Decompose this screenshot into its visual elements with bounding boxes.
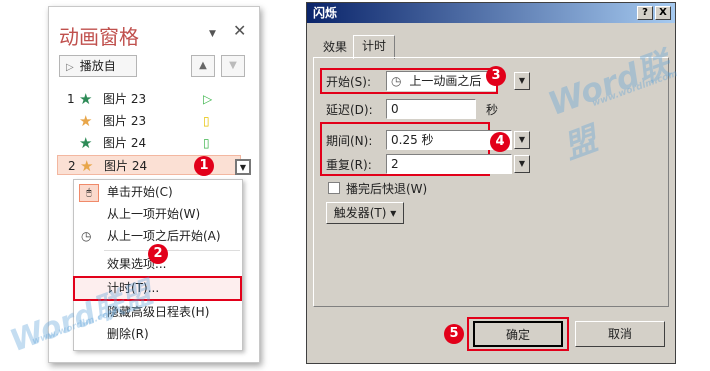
- close-icon[interactable]: X: [655, 6, 671, 20]
- tab-timing[interactable]: 计时: [353, 35, 396, 59]
- ok-button[interactable]: 确定: [473, 321, 563, 347]
- menu-item-label: 单击开始(C): [107, 185, 173, 199]
- callout-5: 5: [444, 324, 464, 344]
- move-up-button[interactable]: ▲: [191, 55, 215, 77]
- repeat-label: 重复(R):: [326, 158, 372, 172]
- callout-1: 1: [194, 156, 214, 176]
- row-name: 图片 23: [103, 114, 147, 128]
- help-icon[interactable]: ?: [637, 6, 653, 20]
- delay-unit: 秒: [486, 103, 499, 117]
- menu-divider: [104, 250, 240, 251]
- trigger-button[interactable]: 触发器(T) ▾: [326, 202, 404, 224]
- animation-row[interactable]: ★ 图片 23 ▯: [57, 111, 249, 131]
- start-dropdown-icon[interactable]: ▼: [514, 72, 530, 90]
- clock-icon: ◷: [81, 229, 92, 243]
- entrance-star-icon: ★: [79, 90, 93, 108]
- entrance-star-icon: ★: [79, 134, 93, 152]
- timeline-bar: ▯: [203, 136, 210, 150]
- rewind-label: 播完后快退(W): [346, 182, 428, 196]
- repeat-input[interactable]: 2: [386, 154, 512, 174]
- menu-item-with-previous[interactable]: 从上一项开始(W): [74, 204, 242, 225]
- callout-3: 3: [486, 66, 506, 86]
- move-down-button[interactable]: ▼: [221, 55, 245, 77]
- period-label: 期间(N):: [326, 134, 373, 148]
- dialog-title: 闪烁: [307, 3, 675, 23]
- play-icon: ▷: [66, 62, 74, 73]
- row-name: 图片 24: [104, 159, 148, 173]
- tab-effect[interactable]: 效果: [315, 37, 355, 57]
- pane-options-dropdown-icon[interactable]: ▼: [209, 29, 216, 39]
- cancel-button[interactable]: 取消: [575, 321, 665, 347]
- timeline-bar: ▯: [203, 114, 210, 128]
- menu-item-label: 删除(R): [107, 327, 149, 341]
- row-name: 图片 23: [103, 92, 147, 106]
- period-dropdown-icon[interactable]: ▼: [514, 131, 530, 149]
- mouse-icon: 🖱: [79, 184, 99, 202]
- pane-close-icon[interactable]: ✕: [233, 21, 246, 40]
- pane-title: 动画窗格: [59, 25, 139, 49]
- repeat-dropdown-icon[interactable]: ▼: [514, 155, 530, 173]
- clock-icon: ◷: [391, 74, 402, 88]
- row-name: 图片 24: [103, 136, 147, 150]
- row-order: 1: [67, 92, 75, 106]
- delay-input[interactable]: 0: [386, 99, 476, 119]
- start-select[interactable]: ◷ 上一动画之后: [386, 71, 496, 91]
- play-from-label: 播放自: [79, 59, 116, 73]
- delay-label: 延迟(D):: [326, 103, 373, 117]
- emphasis-star-icon: ★: [80, 157, 94, 175]
- play-from-button[interactable]: ▷ 播放自: [59, 55, 137, 77]
- animation-row[interactable]: ★ 图片 24 ▯: [57, 133, 249, 153]
- menu-item-start-on-click[interactable]: 🖱 单击开始(C): [74, 182, 242, 203]
- menu-item-label: 从上一项开始(W): [107, 207, 201, 221]
- menu-item-label: 从上一项之后开始(A): [107, 229, 221, 243]
- start-value: 上一动画之后: [409, 74, 482, 88]
- animation-row[interactable]: 1 ★ 图片 23 ▷: [57, 89, 249, 109]
- rewind-checkbox[interactable]: [328, 182, 340, 194]
- start-label: 开始(S):: [326, 75, 372, 89]
- callout-2: 2: [148, 244, 168, 264]
- timeline-bar: ▷: [203, 92, 213, 106]
- callout-4: 4: [490, 132, 510, 152]
- row-order: 2: [68, 159, 76, 173]
- row-dropdown-button[interactable]: ▼: [235, 159, 251, 175]
- emphasis-star-icon: ★: [79, 112, 93, 130]
